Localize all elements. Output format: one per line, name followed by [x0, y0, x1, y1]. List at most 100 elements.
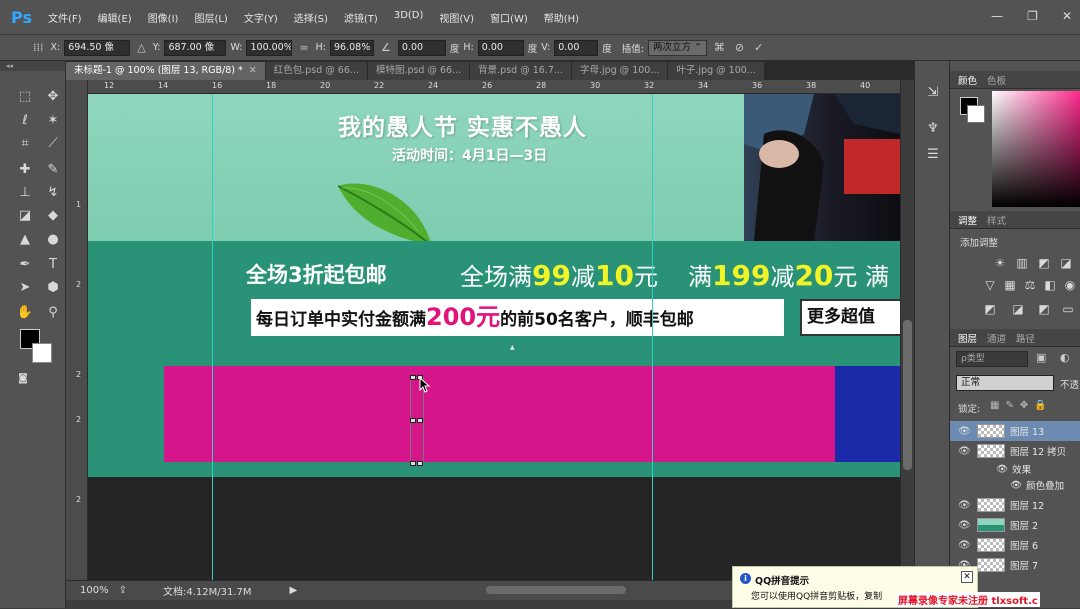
tab-red-bag[interactable]: 红色包.psd @ 66... [265, 62, 368, 80]
tab-swatches[interactable]: 色板 [987, 73, 1006, 87]
vertical-guide[interactable] [652, 94, 653, 580]
hskew-input[interactable]: 0.00 [477, 39, 524, 56]
menu-view[interactable]: 视图(V) [431, 10, 482, 25]
toolbar-collapse-icon[interactable]: ◂◂ [0, 61, 65, 71]
invert-icon[interactable]: ◩ [982, 301, 998, 317]
ruler-left[interactable]: 1 2 2 2 2 [66, 80, 88, 580]
layer-effect-row[interactable]: 👁 颜色叠加 [950, 475, 1080, 495]
vertical-scroll-thumb[interactable] [903, 320, 912, 470]
transform-handle[interactable] [410, 375, 416, 380]
layer-row[interactable]: 👁 图层 2 [950, 515, 1080, 535]
history-brush-icon[interactable]: ↯ [42, 183, 64, 203]
eyedropper-icon[interactable]: ⟋ [42, 134, 64, 154]
dodge-tool-icon[interactable]: ● [42, 230, 64, 250]
tab-adjustments[interactable]: 调整 [958, 213, 977, 227]
brightness-icon[interactable]: ☀ [992, 255, 1008, 271]
color-panel-background[interactable] [967, 105, 985, 123]
menu-window[interactable]: 窗口(W) [482, 10, 536, 25]
menu-edit[interactable]: 编辑(E) [90, 10, 140, 25]
h-input[interactable]: 96.08% [330, 39, 375, 56]
lasso-tool-icon[interactable]: ℓ [14, 111, 36, 131]
eye-icon[interactable]: 👁 [958, 446, 972, 457]
marquee-tool-icon[interactable]: ⬚ [14, 87, 36, 107]
magenta-rect-layer[interactable] [164, 366, 835, 462]
horizontal-scroll-thumb[interactable] [486, 586, 626, 594]
restore-button[interactable]: ❐ [1027, 9, 1038, 23]
eye-icon[interactable]: 👁 [996, 464, 1008, 475]
eye-icon[interactable]: 👁 [958, 540, 972, 551]
curves-icon[interactable]: ◩ [1036, 255, 1052, 271]
cancel-transform-icon[interactable]: ⊘ [732, 41, 747, 54]
layer-row[interactable]: 👁 图层 6 [950, 535, 1080, 555]
menu-file[interactable]: 文件(F) [40, 10, 90, 25]
minimize-button[interactable]: — [991, 9, 1003, 23]
popup-close-button[interactable]: ✕ [961, 571, 973, 583]
lock-icons[interactable]: ▦✎✥🔒 [990, 400, 1053, 411]
magic-wand-icon[interactable]: ✶ [42, 111, 64, 131]
eye-icon[interactable]: 👁 [958, 426, 972, 437]
healing-brush-icon[interactable]: ✚ [14, 160, 36, 180]
menu-help[interactable]: 帮助(H) [536, 10, 587, 25]
path-select-icon[interactable]: ➤ [14, 278, 36, 298]
blend-mode-select[interactable]: 正常 [956, 375, 1054, 391]
vertical-scrollbar[interactable] [900, 80, 914, 580]
brush-panel-icon[interactable]: ♆ [923, 119, 943, 139]
bw-icon[interactable]: ◧ [1042, 277, 1058, 293]
exposure-icon[interactable]: ◪ [1058, 255, 1074, 271]
menu-3d[interactable]: 3D(D) [386, 10, 432, 25]
vibrance-icon[interactable]: ▽ [982, 277, 998, 293]
menu-image[interactable]: 图像(I) [140, 10, 187, 25]
eye-icon[interactable]: 👁 [958, 520, 972, 531]
tab-model[interactable]: 模特图.psd @ 66... [367, 62, 471, 80]
gradient-map-icon[interactable]: ▭ [1060, 301, 1076, 317]
transform-handle[interactable] [417, 418, 423, 423]
tab-background[interactable]: 背景.psd @ 16.7... [470, 62, 572, 80]
layer-row[interactable]: 👁 图层 12 拷贝 [950, 441, 1080, 461]
tab-channels[interactable]: 通道 [987, 331, 1006, 345]
levels-icon[interactable]: ▥ [1014, 255, 1030, 271]
transform-handle[interactable] [410, 418, 416, 423]
history-panel-icon[interactable]: ⇲ [923, 83, 943, 103]
tab-letters[interactable]: 字母.jpg @ 100... [571, 62, 669, 80]
angle-input[interactable]: 0.00 [397, 39, 446, 56]
vertical-guide[interactable] [212, 94, 213, 580]
color-picker-field[interactable] [992, 91, 1080, 207]
eye-icon[interactable]: 👁 [1010, 480, 1022, 491]
photo-filter-icon[interactable]: ◉ [1062, 277, 1078, 293]
filter-adjust-icon[interactable]: ◐ [1060, 351, 1070, 364]
shape-tool-icon[interactable]: ⬢ [42, 278, 64, 298]
status-menu-icon[interactable]: ▶ [290, 585, 298, 596]
tab-paths[interactable]: 路径 [1016, 331, 1035, 345]
menu-filter[interactable]: 滤镜(T) [336, 10, 386, 25]
transform-handle[interactable] [410, 461, 416, 466]
y-input[interactable]: 687.00 像 [164, 39, 227, 56]
eye-icon[interactable]: 👁 [958, 500, 972, 511]
reference-point-icon[interactable]: ⁞⁞⁞ [30, 41, 47, 54]
w-input[interactable]: 100.00% [246, 39, 293, 56]
background-color-swatch[interactable] [32, 343, 52, 363]
delta-icon[interactable]: △ [134, 41, 148, 54]
tab-color[interactable]: 颜色 [958, 73, 977, 87]
blue-rect-layer[interactable] [835, 366, 900, 462]
menu-type[interactable]: 文字(Y) [236, 10, 286, 25]
blur-tool-icon[interactable]: ▲ [14, 230, 36, 250]
layer-kind-filter[interactable]: ρ类型 [956, 351, 1028, 367]
tab-styles[interactable]: 样式 [987, 213, 1006, 227]
hand-tool-icon[interactable]: ✋ [14, 303, 36, 323]
menu-select[interactable]: 选择(S) [286, 10, 336, 25]
pen-tool-icon[interactable]: ✒ [14, 255, 36, 275]
posterize-icon[interactable]: ◪ [1010, 301, 1026, 317]
type-tool-icon[interactable]: T [42, 255, 64, 275]
interpolation-select[interactable]: 两次立方 ⌃ [647, 39, 707, 56]
tab-leaf[interactable]: 叶子.jpg @ 100... [668, 62, 765, 80]
link-icon[interactable]: ∞ [296, 41, 311, 54]
filter-image-icon[interactable]: ▣ [1036, 351, 1046, 364]
commit-transform-icon[interactable]: ✓ [751, 41, 766, 54]
quick-mask-icon[interactable]: ◙ [12, 369, 34, 389]
layer-row[interactable]: 👁 图层 12 [950, 495, 1080, 515]
eraser-tool-icon[interactable]: ◪ [14, 206, 36, 226]
hue-icon[interactable]: ▦ [1002, 277, 1018, 293]
canvas-area[interactable]: 我的愚人节 实惠不愚人 活动时间：4月1日—3日 全场3折起包邮 全场满99减1… [88, 94, 900, 580]
document-canvas[interactable]: 我的愚人节 实惠不愚人 活动时间：4月1日—3日 全场3折起包邮 全场满99减1… [88, 94, 900, 477]
ruler-top[interactable]: 12 14 16 18 20 22 24 26 28 30 32 34 36 3… [74, 80, 900, 94]
